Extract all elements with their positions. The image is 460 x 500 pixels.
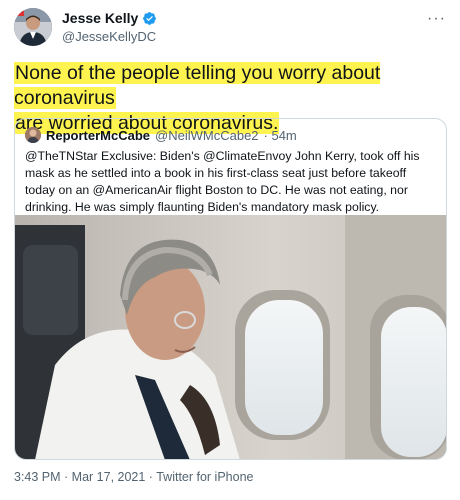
meta-separator: ·	[145, 470, 157, 484]
author-name[interactable]: Jesse Kelly	[62, 10, 138, 26]
quoted-tweet-text: @TheTNStar Exclusive: Biden's @ClimateEn…	[25, 149, 420, 214]
tweet-card: Jesse Kelly @JesseKellyDC ··· None of th…	[0, 0, 460, 500]
quoted-author-handle[interactable]: @NeilWMcCabe2	[155, 128, 259, 143]
verified-badge-icon	[143, 11, 157, 25]
tweet-text-line-1: None of the people telling you worry abo…	[14, 62, 381, 109]
quoted-tweet[interactable]: ReporterMcCabe @NeilWMcCabe2 · 54m @TheT…	[14, 118, 447, 460]
quoted-tweet-time: · 54m	[263, 127, 297, 143]
quoted-tweet-photo[interactable]	[15, 215, 446, 459]
author-avatar[interactable]	[14, 8, 52, 46]
tweet-source[interactable]: Twitter for iPhone	[156, 470, 253, 484]
tweet-timestamp[interactable]: 3:43 PM · Mar 17, 2021	[14, 470, 145, 484]
author-handle[interactable]: @JesseKellyDC	[62, 29, 157, 44]
quoted-tweet-header: ReporterMcCabe @NeilWMcCabe2 · 54m	[25, 127, 297, 143]
more-options-icon[interactable]: ···	[427, 10, 446, 28]
tweet-meta: 3:43 PM · Mar 17, 2021 · Twitter for iPh…	[14, 470, 253, 484]
author-block: Jesse Kelly @JesseKellyDC	[62, 10, 157, 44]
quoted-author-avatar[interactable]	[25, 127, 41, 143]
quoted-author-name[interactable]: ReporterMcCabe	[46, 128, 150, 143]
